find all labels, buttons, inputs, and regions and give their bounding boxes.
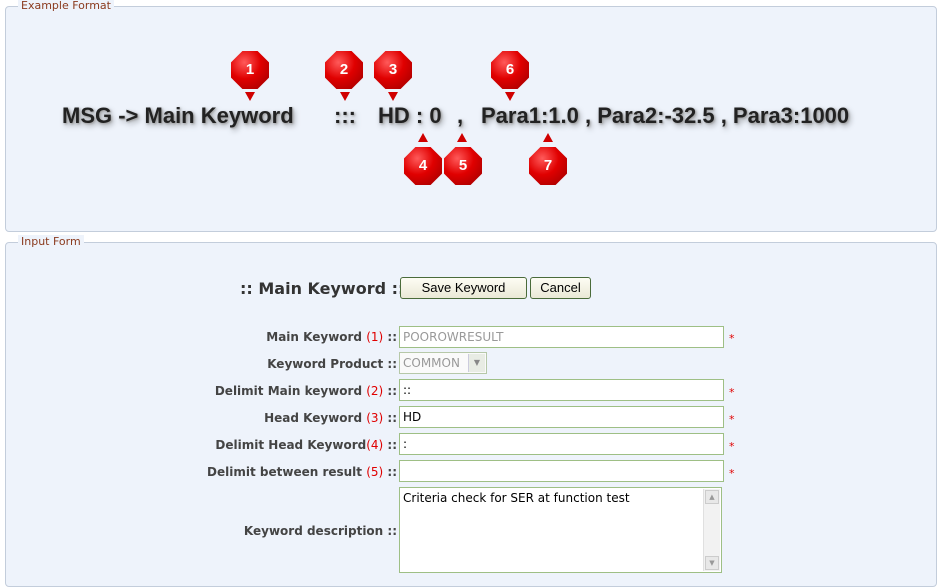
arrow-4 bbox=[418, 133, 428, 142]
format-msg-text: MSG -> Main Keyword bbox=[62, 103, 294, 128]
delimit-result-label: Delimit between result (5) :: bbox=[207, 465, 397, 479]
required-marker: * bbox=[729, 413, 735, 426]
arrow-6 bbox=[505, 92, 515, 101]
badge-2: 2 bbox=[325, 51, 363, 89]
format-head-text: HD : 0 bbox=[378, 103, 442, 128]
arrow-5 bbox=[457, 133, 467, 142]
arrow-2 bbox=[340, 92, 350, 101]
badge-4: 4 bbox=[404, 147, 442, 185]
keyword-product-value: COMMON bbox=[403, 356, 460, 370]
format-params-text: Para1:1.0 , Para2:-32.5 , Para3:1000 bbox=[481, 103, 850, 128]
main-keyword-label: Main Keyword (1) :: bbox=[266, 330, 397, 344]
badge-7: 7 bbox=[529, 147, 567, 185]
input-form-legend: Input Form bbox=[18, 235, 84, 249]
required-marker: * bbox=[729, 467, 735, 480]
example-format-legend: Example Format bbox=[18, 0, 114, 13]
main-keyword-input[interactable]: POOROWRESULT bbox=[399, 326, 724, 348]
delimit-main-keyword-label: Delimit Main keyword (2) :: bbox=[214, 384, 397, 398]
chevron-down-icon[interactable]: ▼ bbox=[468, 354, 485, 372]
delimit-main-keyword-input[interactable]: :: bbox=[399, 379, 724, 401]
required-marker: * bbox=[729, 386, 735, 399]
keyword-product-label: Keyword Product :: bbox=[267, 357, 397, 371]
scroll-down-icon[interactable]: ▼ bbox=[705, 556, 719, 570]
arrow-3 bbox=[388, 92, 398, 101]
required-marker: * bbox=[729, 440, 735, 453]
main-keyword-title: :: Main Keyword :: bbox=[240, 279, 405, 298]
arrow-7 bbox=[543, 133, 553, 142]
delimit-head-keyword-input[interactable]: : bbox=[399, 433, 724, 455]
keyword-description-label: Keyword description :: bbox=[243, 524, 397, 538]
scroll-up-icon[interactable]: ▲ bbox=[705, 490, 719, 504]
save-keyword-button[interactable]: Save Keyword bbox=[400, 277, 527, 299]
head-keyword-label: Head Keyword (3) :: bbox=[264, 411, 397, 425]
textarea-scrollbar[interactable]: ▲ ▼ bbox=[703, 489, 720, 571]
format-delimiter-text: ::: bbox=[334, 103, 356, 128]
badge-6: 6 bbox=[491, 51, 529, 89]
cancel-button[interactable]: Cancel bbox=[530, 277, 591, 299]
format-comma-text: , bbox=[457, 103, 464, 128]
head-keyword-input[interactable]: HD bbox=[399, 406, 724, 428]
delimit-result-input[interactable] bbox=[399, 460, 724, 482]
arrow-1 bbox=[245, 92, 255, 101]
keyword-product-select[interactable]: COMMON ▼ bbox=[399, 352, 487, 374]
required-marker: * bbox=[729, 332, 735, 345]
delimit-head-keyword-label: Delimit Head Keyword(4) :: bbox=[215, 438, 397, 452]
badge-5: 5 bbox=[444, 147, 482, 185]
keyword-description-textarea[interactable]: Criteria check for SER at function test … bbox=[399, 487, 722, 573]
keyword-description-text: Criteria check for SER at function test bbox=[403, 491, 630, 505]
badge-3: 3 bbox=[374, 51, 412, 89]
